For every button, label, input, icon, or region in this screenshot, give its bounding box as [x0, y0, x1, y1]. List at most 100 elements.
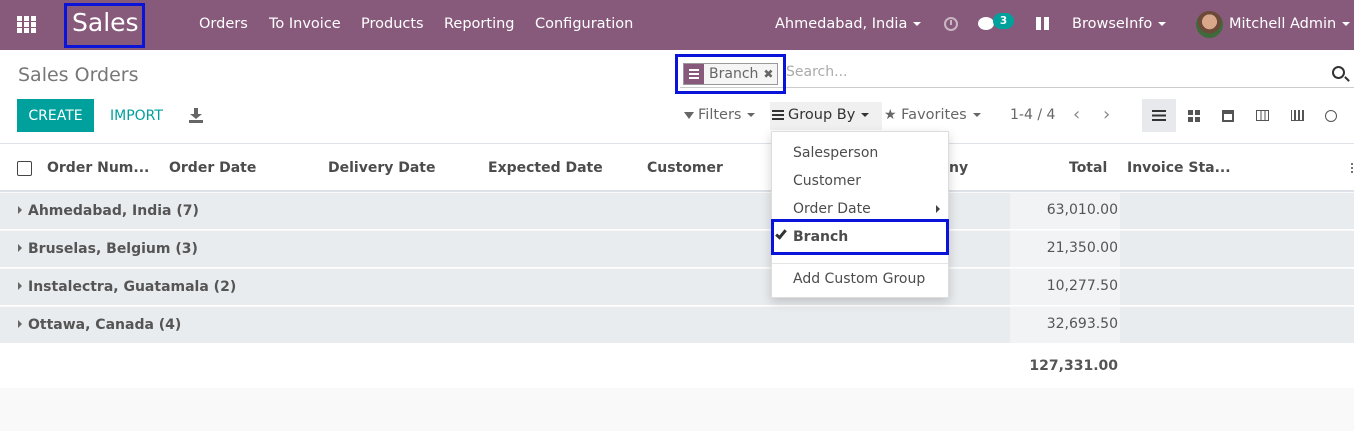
- filter-icon: [684, 111, 694, 119]
- pager-next-icon[interactable]: ›: [1103, 104, 1110, 125]
- add-custom-group[interactable]: Add Custom Group: [772, 266, 948, 292]
- kanban-icon: [1188, 109, 1200, 122]
- kanban-view-button[interactable]: [1177, 99, 1211, 132]
- page-bottom: [0, 388, 1354, 431]
- activity-clock-icon: [1325, 109, 1337, 122]
- groupby-dropdown: Salesperson Customer Order Date Branch A…: [771, 131, 949, 298]
- group-name: Instalectra, Guatamala (2): [18, 279, 236, 295]
- chevron-down-icon: [1342, 22, 1351, 26]
- column-invoice-status[interactable]: Invoice Sta...: [1127, 160, 1231, 176]
- column-order-number[interactable]: Order Num...: [47, 160, 149, 176]
- chat-icon[interactable]: [978, 17, 994, 30]
- menu-to-invoice[interactable]: To Invoice: [269, 16, 341, 32]
- company-switcher[interactable]: Ahmedabad, India: [775, 16, 922, 32]
- group-row[interactable]: Bruselas, Belgium (3) 21,350.00: [0, 231, 1354, 268]
- create-button[interactable]: CREATE: [17, 99, 94, 132]
- company-menu[interactable]: BrowseInfo: [1072, 16, 1167, 32]
- company-label: BrowseInfo: [1072, 16, 1153, 32]
- groupby-button[interactable]: Group By: [772, 107, 870, 123]
- apps-menu-icon[interactable]: [17, 16, 37, 34]
- graph-icon: [1290, 110, 1304, 121]
- group-row[interactable]: Ottawa, Canada (4) 32,693.50: [0, 307, 1354, 344]
- graph-view-button[interactable]: [1280, 99, 1314, 132]
- facet-label: Branch: [709, 66, 759, 82]
- groupby-icon: [772, 110, 784, 120]
- pager-previous-icon[interactable]: ‹: [1073, 104, 1080, 125]
- menu-orders[interactable]: Orders: [199, 16, 248, 32]
- pivot-view-button[interactable]: [1245, 99, 1279, 132]
- breadcrumb: Sales Orders: [18, 64, 139, 86]
- star-icon: ★: [884, 107, 897, 123]
- group-total: 63,010.00: [1046, 202, 1118, 218]
- grand-total: 127,331.00: [1029, 358, 1118, 374]
- app-brand[interactable]: Sales: [72, 8, 139, 37]
- favorites-label: Favorites: [901, 107, 967, 123]
- group-total: 32,693.50: [1046, 316, 1118, 332]
- chevron-right-icon: [936, 205, 940, 213]
- option-label: Branch: [793, 229, 849, 245]
- filters-button[interactable]: Filters: [684, 107, 756, 123]
- column-customer[interactable]: Customer: [647, 160, 723, 176]
- pager-value[interactable]: 1-4 / 4: [1010, 107, 1055, 123]
- checkmark-icon: [775, 227, 787, 240]
- messages-badge: 3: [993, 13, 1014, 29]
- option-label: Add Custom Group: [793, 271, 926, 287]
- calendar-view-button[interactable]: [1211, 99, 1245, 132]
- dropdown-divider: [772, 263, 948, 264]
- group-total: 21,350.00: [1046, 240, 1118, 256]
- activity-view-button[interactable]: [1314, 99, 1348, 132]
- download-icon-base: [189, 120, 203, 123]
- groupby-label: Group By: [788, 107, 856, 123]
- chevron-down-icon: [972, 113, 981, 117]
- column-company-partial[interactable]: ny: [949, 160, 968, 176]
- column-total[interactable]: Total: [1069, 160, 1107, 176]
- group-name: Bruselas, Belgium (3): [18, 241, 198, 257]
- user-menu[interactable]: Mitchell Admin: [1229, 16, 1351, 32]
- search-bar: Branch ✖: [675, 54, 1354, 94]
- option-label: Customer: [793, 173, 862, 189]
- groupby-facet[interactable]: Branch ✖: [683, 63, 779, 85]
- import-button[interactable]: IMPORT: [110, 108, 163, 124]
- user-avatar[interactable]: [1196, 11, 1223, 38]
- filters-label: Filters: [698, 107, 742, 123]
- control-panel: Sales Orders Branch ✖ CREATE IMPORT Filt…: [0, 50, 1354, 144]
- groupby-option-branch[interactable]: Branch: [772, 224, 948, 250]
- pivot-icon: [1255, 110, 1269, 121]
- chevron-down-icon: [1158, 22, 1167, 26]
- company-switcher-label: Ahmedabad, India: [775, 16, 908, 32]
- groupby-option-salesperson[interactable]: Salesperson: [772, 140, 948, 166]
- menu-products[interactable]: Products: [361, 16, 424, 32]
- list-view-button[interactable]: [1142, 99, 1176, 132]
- favorites-button[interactable]: ★ Favorites: [884, 107, 981, 123]
- select-all-checkbox[interactable]: [17, 161, 32, 176]
- group-row[interactable]: Ahmedabad, India (7) 63,010.00: [0, 193, 1354, 230]
- option-label: Order Date: [793, 201, 871, 217]
- search-input[interactable]: [786, 64, 1286, 80]
- groupby-option-customer[interactable]: Customer: [772, 168, 948, 194]
- chevron-down-icon: [913, 22, 922, 26]
- gift-icon[interactable]: [1036, 17, 1049, 30]
- groupby-facet-icon: [684, 64, 704, 84]
- top-navbar: Sales Orders To Invoice Products Reporti…: [0, 0, 1354, 50]
- column-order-date[interactable]: Order Date: [169, 160, 256, 176]
- group-total: 10,277.50: [1046, 278, 1118, 294]
- chevron-down-icon: [747, 113, 756, 117]
- group-name: Ottawa, Canada (4): [18, 317, 181, 333]
- menu-reporting[interactable]: Reporting: [444, 16, 515, 32]
- list-icon: [1152, 110, 1166, 121]
- column-expected-date[interactable]: Expected Date: [488, 160, 603, 176]
- menu-configuration[interactable]: Configuration: [535, 16, 633, 32]
- option-label: Salesperson: [793, 145, 879, 161]
- table-header: Order Num... Order Date Delivery Date Ex…: [0, 144, 1354, 192]
- search-icon[interactable]: [1332, 66, 1345, 79]
- facet-remove-icon[interactable]: ✖: [763, 67, 777, 81]
- column-options-icon[interactable]: [1350, 162, 1354, 174]
- group-name: Ahmedabad, India (7): [18, 203, 199, 219]
- group-row[interactable]: Instalectra, Guatamala (2) 10,277.50: [0, 269, 1354, 306]
- user-name: Mitchell Admin: [1229, 16, 1337, 32]
- table-footer: 127,331.00: [0, 344, 1354, 388]
- chevron-down-icon: [861, 113, 870, 117]
- column-delivery-date[interactable]: Delivery Date: [328, 160, 436, 176]
- calendar-icon: [1222, 109, 1234, 122]
- activity-clock-icon[interactable]: [944, 17, 958, 31]
